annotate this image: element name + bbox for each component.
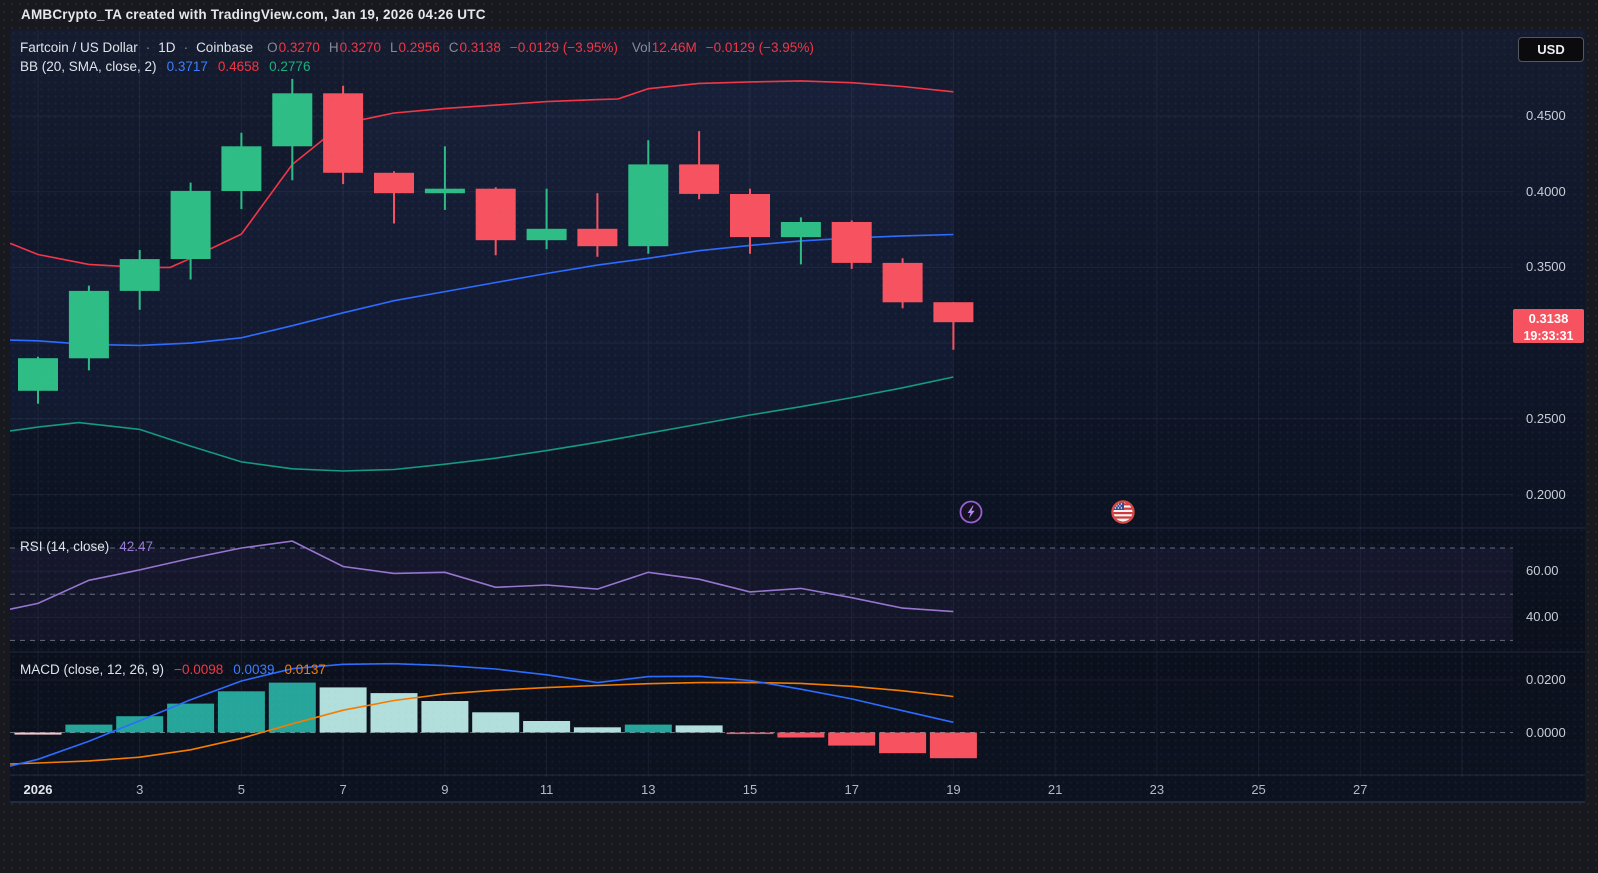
symbol-legend-item: · — [184, 40, 189, 55]
time-tick-label: 5 — [211, 782, 271, 797]
tradingview-snapshot: AMBCrypto_TA created with TradingView.co… — [0, 0, 1598, 873]
symbol-legend-item: 0.2956 — [398, 40, 439, 55]
symbol-legend-item: · — [146, 40, 151, 55]
symbol-legend[interactable]: Fartcoin / US Dollar·1D·CoinbaseO0.3270H… — [20, 40, 814, 55]
last-price-value: 0.3138 — [1513, 311, 1584, 328]
symbol-legend-item: Coinbase — [196, 40, 253, 55]
time-tick-label: 9 — [415, 782, 475, 797]
symbol-legend-item: H — [329, 40, 339, 55]
us-flag-icon[interactable] — [1111, 500, 1135, 524]
bb-legend-item: BB (20, SMA, close, 2) — [20, 59, 157, 74]
symbol-legend-item: 0.3138 — [460, 40, 501, 55]
macd-tick-label: 0.0000 — [1526, 725, 1588, 740]
symbol-legend-item: −0.0129 (−3.95%) — [510, 40, 618, 55]
symbol-legend-item: Vol — [632, 40, 651, 55]
price-tick-label: 0.3500 — [1526, 259, 1588, 274]
time-tick-label: 21 — [1025, 782, 1085, 797]
footer-bar: TradingView — [0, 803, 1598, 873]
currency-toggle-button[interactable]: USD — [1518, 37, 1584, 62]
symbol-legend-item: Fartcoin / US Dollar — [20, 40, 138, 55]
symbol-legend-item: 12.46M — [652, 40, 697, 55]
macd-legend[interactable]: MACD (close, 12, 26, 9) −0.0098 0.0039 0.01… — [20, 662, 326, 677]
time-tick-label: 15 — [720, 782, 780, 797]
chart-canvas[interactable] — [10, 30, 1585, 803]
macd-histogram — [15, 683, 977, 759]
lightning-boost-icon[interactable] — [959, 500, 983, 524]
symbol-legend-item: −0.0129 (−3.95%) — [706, 40, 814, 55]
symbol-legend-item: 0.3270 — [340, 40, 381, 55]
rsi-legend[interactable]: RSI (14, close) 42.47 — [20, 539, 153, 554]
time-tick-label: 11 — [517, 782, 577, 797]
symbol-legend-item: L — [390, 40, 398, 55]
rsi-legend-item: 42.47 — [119, 539, 153, 554]
macd-legend-item: 0.0137 — [285, 662, 326, 677]
time-tick-label: 23 — [1127, 782, 1187, 797]
symbol-legend-item: 1D — [158, 40, 175, 55]
attribution-bar: AMBCrypto_TA created with TradingView.co… — [0, 0, 1598, 30]
bar-countdown: 19:33:31 — [1513, 328, 1584, 344]
price-tick-label: 0.4500 — [1526, 108, 1588, 123]
bb-legend[interactable]: BB (20, SMA, close, 2) 0.3717 0.4658 0.2776 — [20, 59, 310, 74]
time-tick-label: 13 — [618, 782, 678, 797]
bb-legend-item: 0.4658 — [218, 59, 259, 74]
price-tick-label: 0.2000 — [1526, 487, 1588, 502]
macd-tick-label: 0.0200 — [1526, 672, 1588, 687]
time-tick-label: 25 — [1229, 782, 1289, 797]
chart-area[interactable] — [10, 30, 1585, 803]
time-tick-label: 19 — [923, 782, 983, 797]
rsi-tick-label: 60.00 — [1526, 563, 1588, 578]
symbol-legend-item: 0.3270 — [279, 40, 320, 55]
price-tick-label: 0.4000 — [1526, 184, 1588, 199]
symbol-legend-item: C — [449, 40, 459, 55]
attribution-text: AMBCrypto_TA created with TradingView.co… — [21, 7, 486, 22]
time-tick-label: 7 — [313, 782, 373, 797]
bb-legend-item: 0.3717 — [167, 59, 208, 74]
time-tick-label: 17 — [822, 782, 882, 797]
rsi-tick-label: 40.00 — [1526, 609, 1588, 624]
macd-legend-item: 0.0039 — [233, 662, 274, 677]
time-tick-label: 27 — [1330, 782, 1390, 797]
time-tick-label: 3 — [110, 782, 170, 797]
time-tick-label: 2026 — [8, 782, 68, 797]
bb-legend-item: 0.2776 — [269, 59, 310, 74]
price-tick-label: 0.2500 — [1526, 411, 1588, 426]
rsi-legend-item: RSI (14, close) — [20, 539, 109, 554]
last-price-label: 0.3138 19:33:31 — [1513, 309, 1584, 343]
symbol-legend-item: O — [267, 40, 278, 55]
macd-legend-item: MACD (close, 12, 26, 9) — [20, 662, 164, 677]
macd-legend-item: −0.0098 — [174, 662, 223, 677]
